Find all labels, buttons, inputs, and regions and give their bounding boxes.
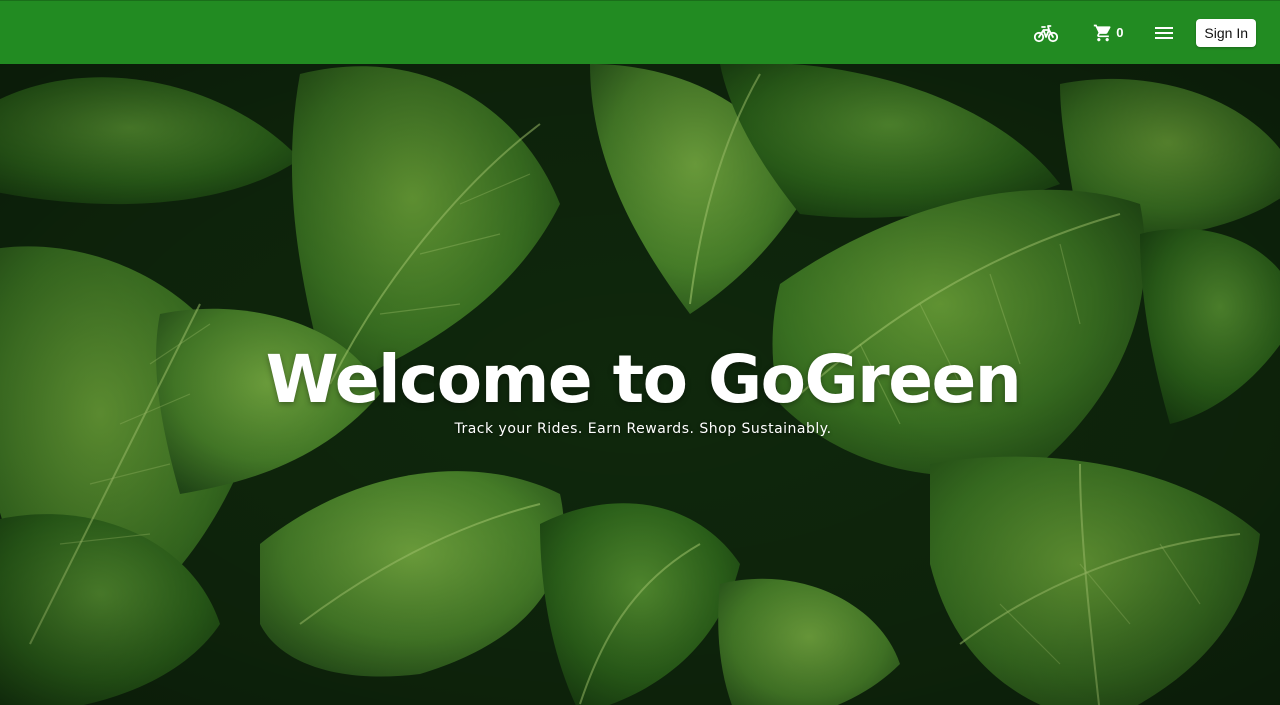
hero-title: Welcome to GoGreen <box>265 341 1022 418</box>
sign-in-button[interactable]: Sign In <box>1196 18 1256 47</box>
hero-content: Welcome to GoGreen Track your Rides. Ear… <box>0 340 1280 438</box>
page: 0 Sign In Welcome to GoGreen Track your … <box>0 0 1280 705</box>
hamburger-menu-icon <box>1155 26 1174 40</box>
hero-subtitle: Track your Rides. Earn Rewards. Shop Sus… <box>454 421 832 437</box>
shopping-cart-icon <box>1093 23 1113 43</box>
cart-button[interactable]: 0 <box>1086 13 1130 53</box>
rides-button[interactable] <box>1026 13 1066 53</box>
bicycle-icon <box>1034 23 1059 43</box>
cart-count-badge: 0 <box>1116 25 1124 40</box>
hero-banner: Welcome to GoGreen Track your Rides. Ear… <box>0 64 1280 705</box>
top-navbar: 0 Sign In <box>0 0 1280 64</box>
menu-button[interactable] <box>1144 13 1184 53</box>
